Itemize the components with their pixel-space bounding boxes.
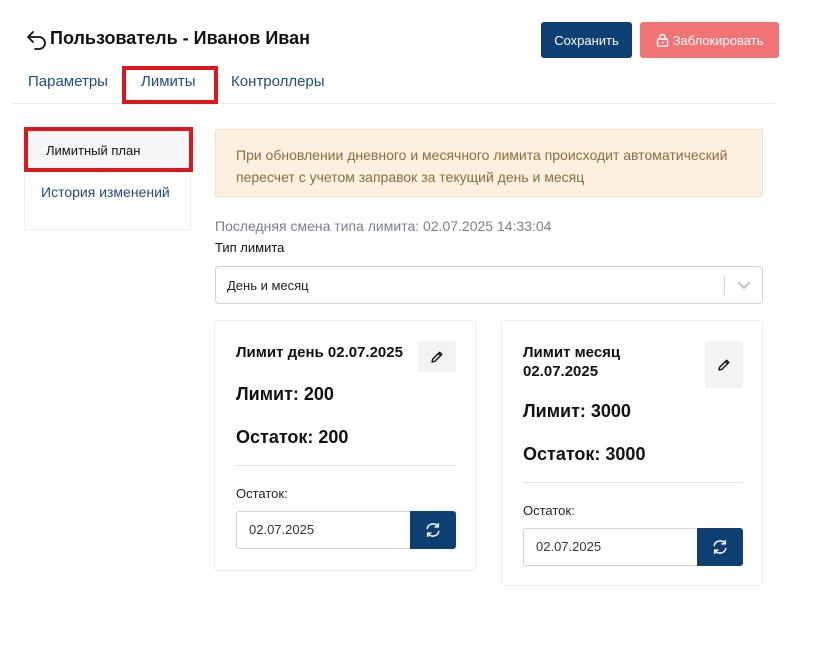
sidebar-item-history[interactable]: История изменений xyxy=(41,181,181,203)
day-remainder-value: Остаток: 200 xyxy=(236,427,349,447)
day-limit-card: Лимит день 02.07.2025 Лимит: 200 Остаток… xyxy=(214,320,476,571)
month-date-input[interactable]: 02.07.2025 xyxy=(523,528,698,566)
day-refresh-button[interactable] xyxy=(410,511,456,549)
tab-bar: Параметры Лимиты Контроллеры xyxy=(12,64,775,104)
info-alert: При обновлении дневного и месячного лими… xyxy=(215,129,763,197)
limit-type-select[interactable]: День и месяц xyxy=(215,266,763,304)
last-change-text: Последняя смена типа лимита: 02.07.2025 … xyxy=(215,218,552,234)
sidebar-menu: Лимитный план История изменений xyxy=(24,128,191,230)
month-rest-label: Остаток: xyxy=(523,503,575,518)
tab-limits[interactable]: Лимиты xyxy=(141,73,196,90)
block-button-label: Заблокировать xyxy=(672,32,764,48)
block-button[interactable]: Заблокировать xyxy=(640,22,779,58)
refresh-icon xyxy=(426,522,440,538)
card-divider xyxy=(236,465,456,466)
day-date-input[interactable]: 02.07.2025 xyxy=(236,511,411,549)
sidebar-item-limit-plan[interactable]: Лимитный план xyxy=(25,129,190,171)
month-remainder-value: Остаток: 3000 xyxy=(523,444,646,464)
pencil-icon xyxy=(718,359,730,371)
limit-type-value: День и месяц xyxy=(227,278,309,293)
select-separator xyxy=(724,275,725,295)
refresh-icon xyxy=(713,539,727,555)
day-rest-label: Остаток: xyxy=(236,486,288,501)
save-button[interactable]: Сохранить xyxy=(541,22,632,58)
day-card-title: Лимит день 02.07.2025 xyxy=(236,344,403,361)
edit-month-button[interactable] xyxy=(705,341,743,388)
day-limit-value: Лимит: 200 xyxy=(236,384,334,404)
month-refresh-button[interactable] xyxy=(697,528,743,566)
month-limit-value: Лимит: 3000 xyxy=(523,401,631,421)
chevron-down-icon xyxy=(738,282,750,289)
edit-day-button[interactable] xyxy=(418,341,456,372)
tab-controllers[interactable]: Контроллеры xyxy=(231,73,325,90)
tab-parameters[interactable]: Параметры xyxy=(28,73,108,90)
page-title: Пользователь - Иванов Иван xyxy=(50,28,310,48)
pencil-icon xyxy=(431,351,443,363)
page-header: Пользователь - Иванов Иван Сохранить Заб… xyxy=(0,0,824,64)
card-divider xyxy=(523,482,743,483)
month-limit-card: Лимит месяц 02.07.2025 Лимит: 3000 Остат… xyxy=(501,320,763,586)
month-card-title: Лимит месяц 02.07.2025 xyxy=(523,344,621,380)
limit-type-label: Тип лимита xyxy=(215,240,285,255)
back-arrow-icon[interactable] xyxy=(26,28,48,50)
sidebar-item-label: Лимитный план xyxy=(46,143,141,158)
lock-icon xyxy=(656,33,668,47)
